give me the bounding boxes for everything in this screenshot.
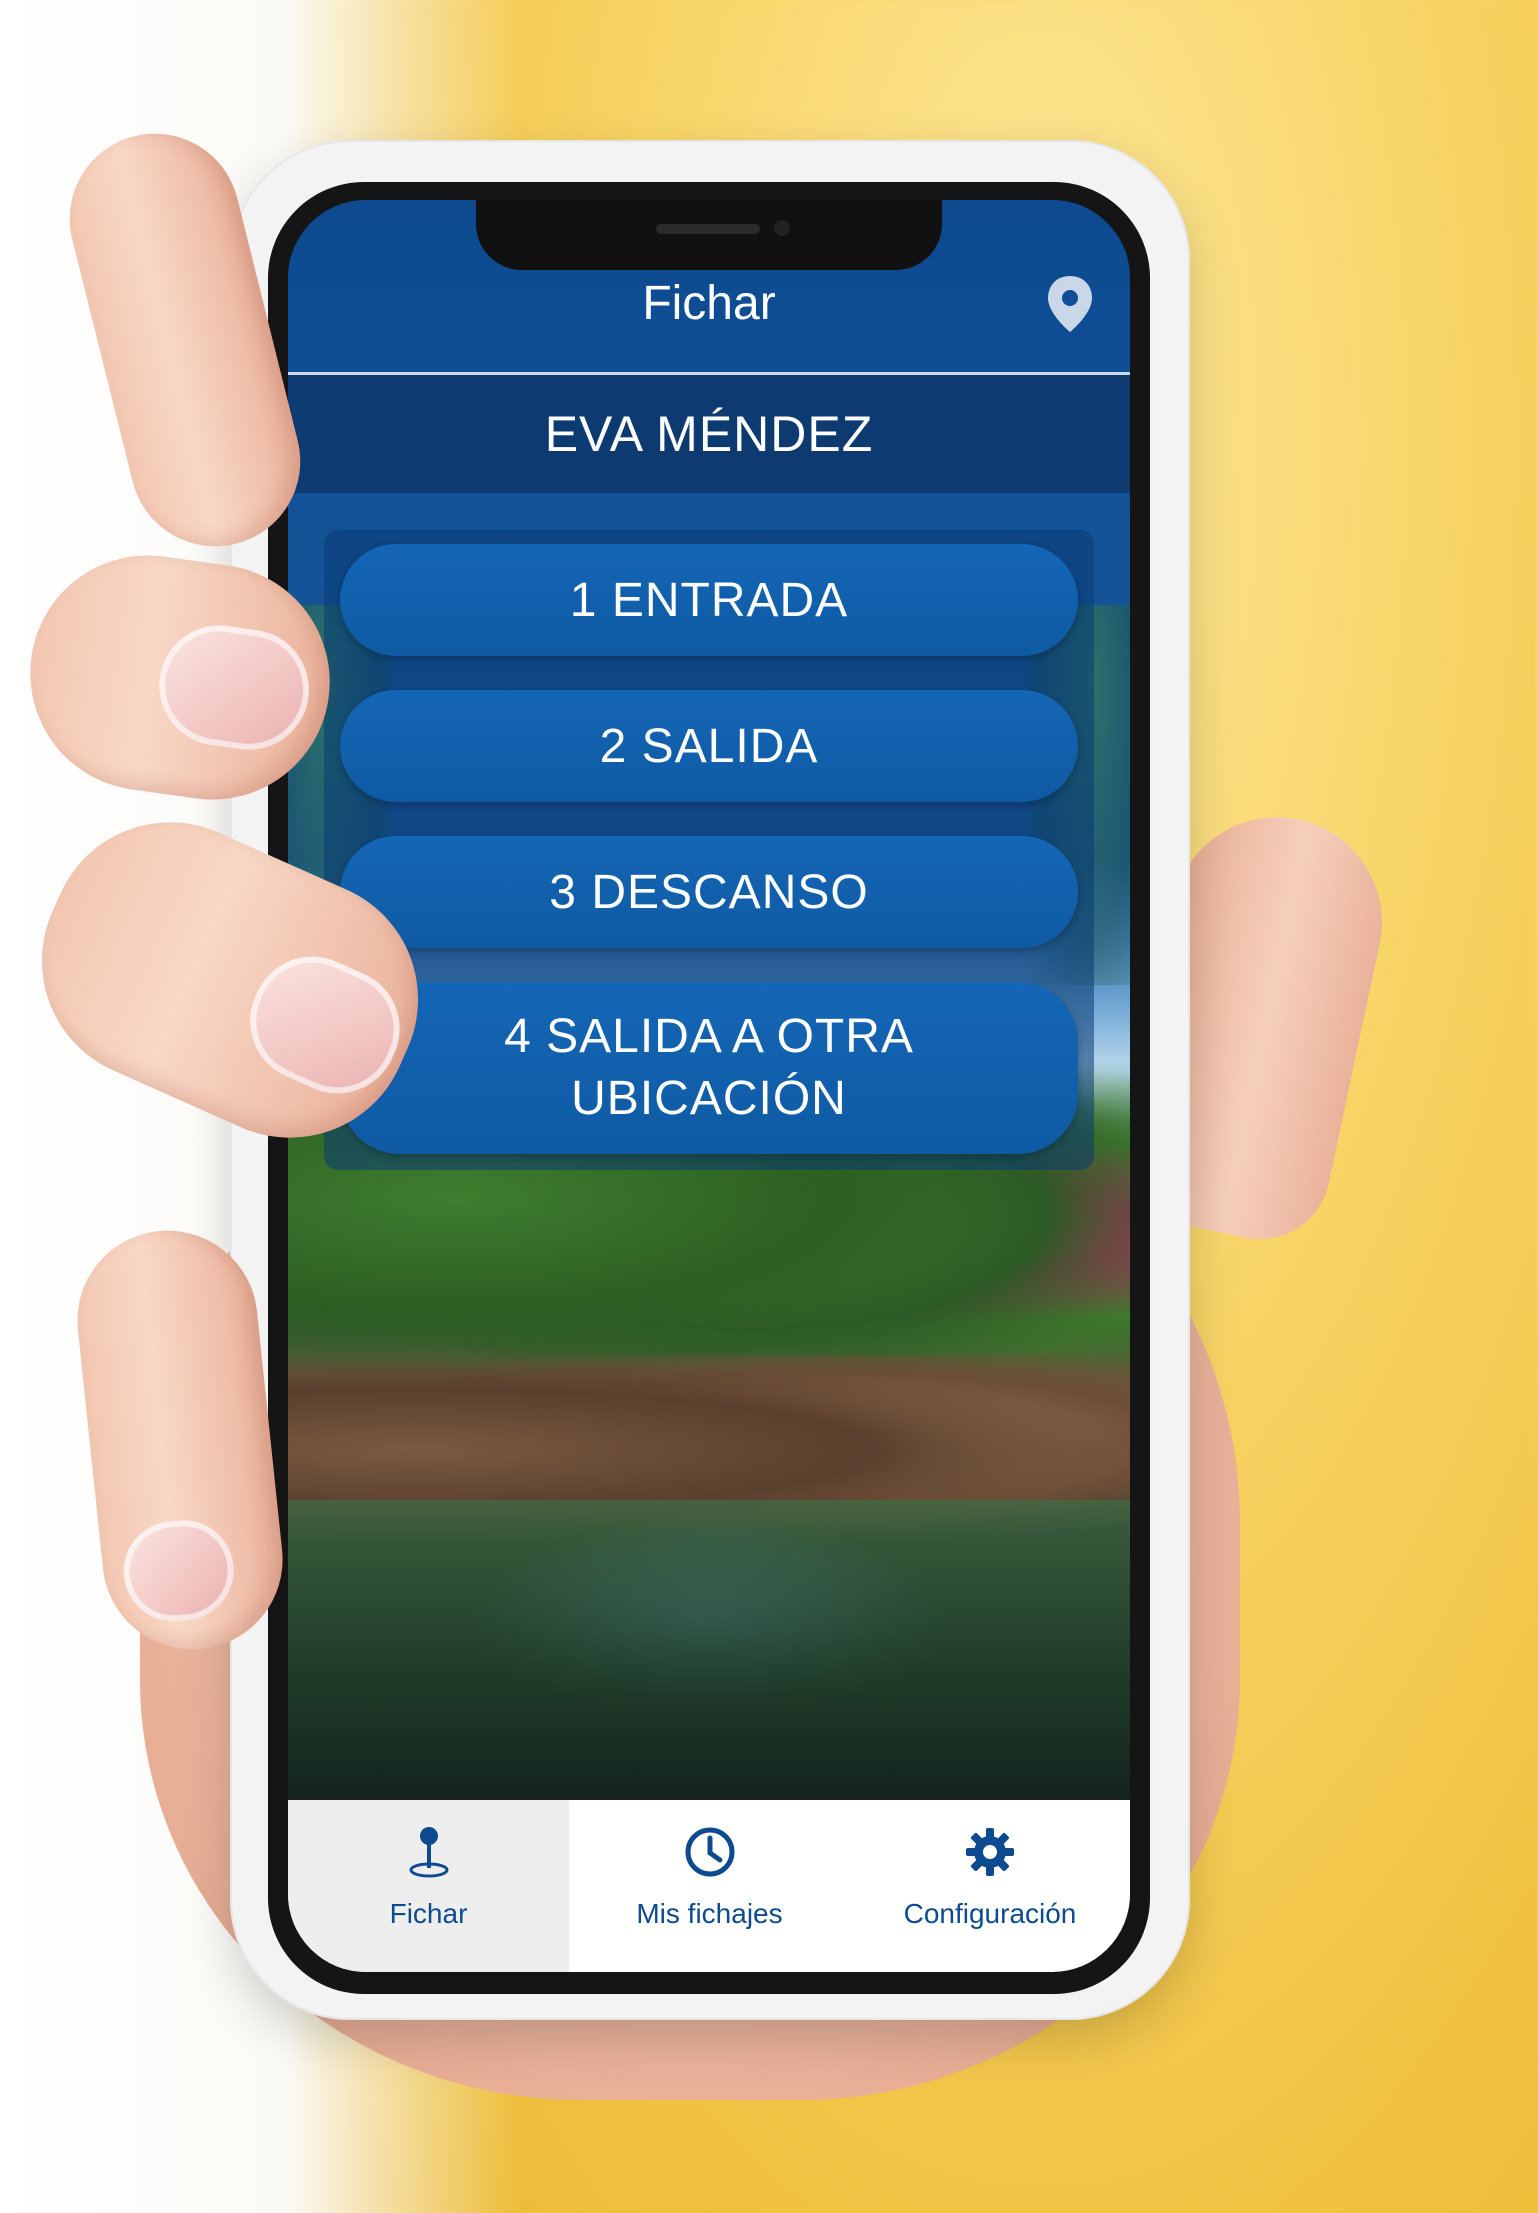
map-pin-icon xyxy=(399,1822,459,1882)
location-pin-icon[interactable] xyxy=(1044,274,1096,334)
speaker-grille xyxy=(656,224,760,234)
tab-fichar[interactable]: Fichar xyxy=(288,1800,569,1972)
user-name: EVA MÉNDEZ xyxy=(544,406,874,462)
entrada-button[interactable]: 1 ENTRADA xyxy=(340,544,1078,656)
front-camera xyxy=(774,220,790,236)
tab-configuracion[interactable]: Configuración xyxy=(850,1800,1130,1972)
garden-pond xyxy=(288,1500,1130,1800)
page-title: Fichar xyxy=(642,277,776,330)
tab-mis-fichajes-label: Mis fichajes xyxy=(636,1898,783,1929)
tab-configuracion-label: Configuración xyxy=(903,1898,1077,1929)
tab-fichar-label: Fichar xyxy=(389,1898,468,1929)
tab-mis-fichajes[interactable]: Mis fichajes xyxy=(569,1800,850,1972)
descanso-button[interactable]: 3 DESCANSO xyxy=(340,836,1078,948)
phone-screen: Fichar EVA MÉNDEZ 1 ENTRADA 2 SALIDA 3 D… xyxy=(288,200,1130,1972)
clock-icon xyxy=(680,1822,740,1882)
user-bar: EVA MÉNDEZ xyxy=(288,375,1130,493)
salida-button[interactable]: 2 SALIDA xyxy=(340,690,1078,802)
fingernail xyxy=(151,617,317,758)
gear-icon xyxy=(960,1822,1020,1882)
bottom-tab-bar: Fichar Mis fichajes Configuración xyxy=(288,1800,1130,1972)
phone-notch xyxy=(476,200,942,270)
salida-otra-ubicacion-button[interactable]: 4 SALIDA A OTRA UBICACIÓN xyxy=(340,982,1078,1154)
fingernail xyxy=(118,1515,239,1627)
